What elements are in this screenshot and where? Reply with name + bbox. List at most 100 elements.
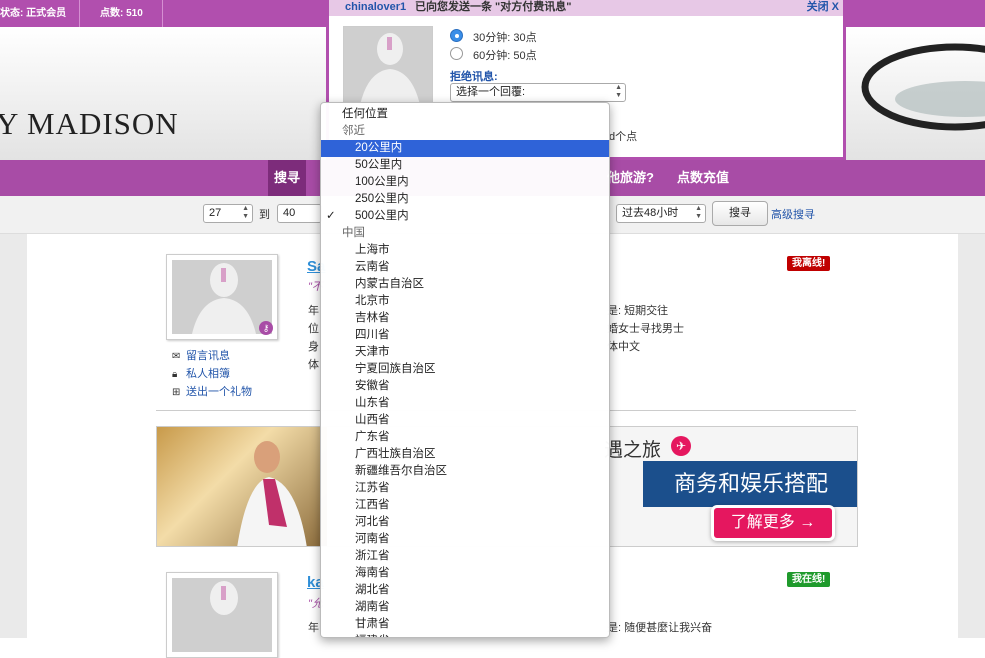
menu-option[interactable]: 广东省 xyxy=(321,429,609,446)
profile-label-height: 身 xyxy=(308,341,319,353)
menu-option[interactable]: 吉林省 xyxy=(321,310,609,327)
action-private-album[interactable]: 🔒︎ 私人相簿 xyxy=(172,365,230,381)
menu-option[interactable]: 江苏省 xyxy=(321,480,609,497)
age-max-select[interactable]: 40 xyxy=(277,204,322,223)
menu-option[interactable]: 安徽省 xyxy=(321,378,609,395)
menu-option[interactable]: 宁夏回族自治区 xyxy=(321,361,609,378)
sender-name[interactable]: chinalover1 xyxy=(345,0,406,15)
reply-select[interactable]: 选择一个回覆: ▲ ▼ xyxy=(450,83,626,102)
menu-option[interactable]: 天津市 xyxy=(321,344,609,361)
menu-option-label: 湖北省 xyxy=(355,584,390,596)
profile-label-age: 年 xyxy=(308,305,319,317)
menu-option[interactable]: 云南省 xyxy=(321,259,609,276)
profile-photo-2[interactable] xyxy=(166,572,278,658)
menu-option[interactable]: ✓ 500公里内 xyxy=(321,208,609,225)
menu-option-label: 250公里内 xyxy=(355,193,409,205)
time-range-select[interactable]: 过去48小时 ▲ ▼ xyxy=(616,204,706,223)
envelope-icon: ✉ xyxy=(172,351,181,362)
menu-option[interactable]: 山东省 xyxy=(321,395,609,412)
age-max-value: 40 xyxy=(283,207,296,219)
menu-option-label: 50公里内 xyxy=(355,159,403,171)
menu-option-label: 中国 xyxy=(342,227,365,239)
decorative-ring-graphic xyxy=(861,43,985,131)
menu-option[interactable]: 250公里内 xyxy=(321,191,609,208)
points-balance[interactable]: 点数: 510 xyxy=(100,0,163,27)
menu-option[interactable]: 北京市 xyxy=(321,293,609,310)
menu-option-label: 500公里内 xyxy=(355,210,409,222)
menu-option[interactable]: 内蒙古自治区 xyxy=(321,276,609,293)
menu-option[interactable]: 海南省 xyxy=(321,565,609,582)
action-send-gift[interactable]: ⊞ 送出一个礼物 xyxy=(172,383,252,399)
menu-option-label: 20公里内 xyxy=(355,142,403,154)
menu-option-label: 山东省 xyxy=(355,397,390,409)
silhouette-icon xyxy=(360,33,420,105)
sender-photo[interactable] xyxy=(343,26,433,106)
banner-tagline: 商务和娱乐搭配 xyxy=(643,461,857,507)
nav-recharge[interactable]: 点数充值 xyxy=(677,160,729,196)
menu-option[interactable]: 新疆维吾尔自治区 xyxy=(321,463,609,480)
menu-option[interactable]: 广西壮族自治区 xyxy=(321,446,609,463)
profile-label-location: 位 xyxy=(308,323,319,335)
learn-more-button[interactable]: 了解更多 → xyxy=(711,505,835,541)
advanced-search-link[interactable]: 高级搜寻 xyxy=(771,206,815,222)
option-60min-radio[interactable] xyxy=(450,47,463,60)
profile-label-body: 体 xyxy=(308,359,319,371)
menu-option[interactable]: 甘肃省 xyxy=(321,616,609,633)
menu-option[interactable]: 河南省 xyxy=(321,531,609,548)
action-message-label: 留言讯息 xyxy=(186,350,230,362)
menu-option[interactable]: 20公里内 xyxy=(321,140,609,157)
menu-option-label: 安徽省 xyxy=(355,380,390,392)
right-gutter xyxy=(958,234,985,638)
nav-travel[interactable]: 他旅游? xyxy=(607,160,654,196)
stepper-arrows-icon: ▲ ▼ xyxy=(695,205,702,220)
reply-select-value: 选择一个回覆: xyxy=(456,86,526,98)
search-button[interactable]: 搜寻 xyxy=(712,201,768,226)
menu-option[interactable]: 任何位置 xyxy=(321,106,609,123)
menu-option-label: 上海市 xyxy=(355,244,390,256)
key-icon[interactable]: ⚷ xyxy=(259,321,273,335)
menu-option-label: 湖南省 xyxy=(355,601,390,613)
menu-option-label: 河北省 xyxy=(355,516,390,528)
profile-info-looking-for-2: 是: 随便甚麼让我兴奋 xyxy=(607,622,713,634)
profile-label-age-2: 年 xyxy=(308,622,319,634)
menu-group-header: 邻近 xyxy=(321,123,609,140)
menu-option-label: 吉林省 xyxy=(355,312,390,324)
menu-option[interactable]: 江西省 xyxy=(321,497,609,514)
menu-option[interactable]: 100公里内 xyxy=(321,174,609,191)
menu-option[interactable]: 浙江省 xyxy=(321,548,609,565)
profile-info-language: 体中文 xyxy=(607,341,640,353)
menu-option[interactable]: 50公里内 xyxy=(321,157,609,174)
membership-status: 状态: 正式会员 xyxy=(0,0,80,27)
menu-option[interactable]: 山西省 xyxy=(321,412,609,429)
menu-option[interactable]: 湖南省 xyxy=(321,599,609,616)
action-message[interactable]: ✉ 留言讯息 xyxy=(172,347,230,363)
menu-option[interactable]: 河北省 xyxy=(321,514,609,531)
option-60min-label: 60分钟: 50点 xyxy=(473,50,537,62)
profile-photo[interactable]: ⚷ xyxy=(166,254,278,340)
menu-option[interactable]: 上海市 xyxy=(321,242,609,259)
menu-option-label: 山西省 xyxy=(355,414,390,426)
menu-option-label: 任何位置 xyxy=(342,108,388,120)
menu-option-label: 北京市 xyxy=(355,295,390,307)
close-icon[interactable]: 关闭 X xyxy=(807,0,839,15)
age-to-label: 到 xyxy=(259,209,270,221)
option-30min-radio[interactable] xyxy=(450,29,463,42)
site-logo[interactable]: Y MADISON xyxy=(0,106,179,142)
menu-option-label: 邻近 xyxy=(342,125,365,137)
menu-option[interactable]: 四川省 xyxy=(321,327,609,344)
action-gift-label: 送出一个礼物 xyxy=(186,386,252,398)
silhouette-placeholder xyxy=(172,260,272,334)
lock-icon: 🔒︎ xyxy=(172,369,178,380)
menu-option[interactable]: 湖北省 xyxy=(321,582,609,599)
menu-option-label: 四川省 xyxy=(355,329,390,341)
age-min-select[interactable]: 27 ▲ ▼ xyxy=(203,204,253,223)
menu-option-label: 内蒙古自治区 xyxy=(355,278,424,290)
menu-option-label: 100公里内 xyxy=(355,176,409,188)
online-status-badge: 我在线! xyxy=(787,572,831,587)
menu-option-label: 广西壮族自治区 xyxy=(355,448,436,460)
menu-option[interactable]: 福建省 xyxy=(321,633,609,637)
stepper-arrows-icon: ▲ ▼ xyxy=(615,84,622,99)
nav-search[interactable]: 搜寻 xyxy=(268,160,306,196)
dialog-message: 已向您发送一条 "对方付费讯息" xyxy=(415,1,572,13)
menu-option-label: 海南省 xyxy=(355,567,390,579)
